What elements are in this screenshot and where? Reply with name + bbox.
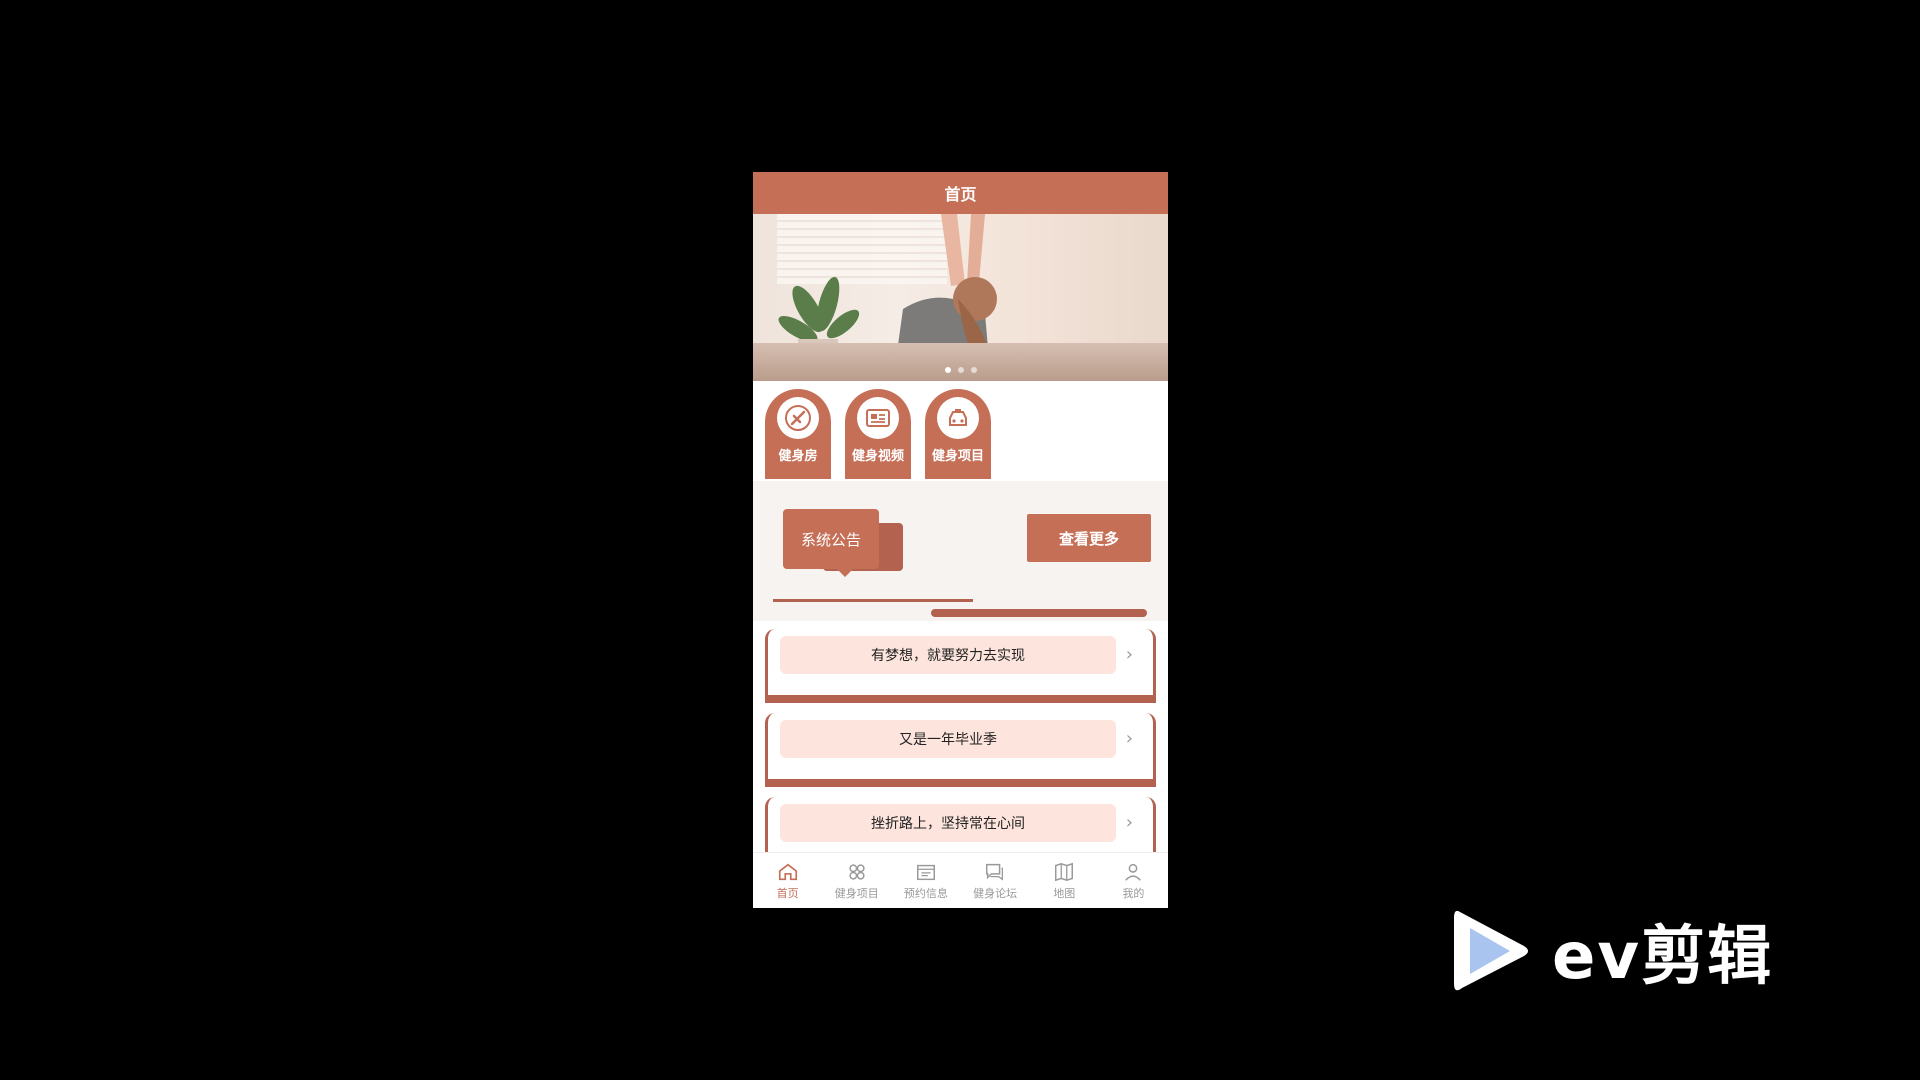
notice-title: 系统公告 — [783, 509, 879, 569]
grid-icon — [849, 863, 865, 880]
home-icon — [778, 863, 797, 880]
play-logo-icon — [1454, 910, 1528, 991]
divider-line — [931, 609, 1147, 617]
quick-item-label: 健身视频 — [851, 449, 904, 464]
tab-forum[interactable]: 健身论坛 — [961, 853, 1030, 908]
news-icon — [857, 397, 899, 439]
chevron-right-icon: › — [1125, 812, 1133, 833]
quick-item-label: 健身房 — [778, 449, 818, 464]
tab-label: 我的 — [1122, 886, 1145, 900]
notice-text: 有梦想，就要努力去实现 — [780, 636, 1116, 674]
carousel-dot[interactable] — [970, 367, 977, 373]
banner-carousel[interactable] — [753, 214, 1168, 381]
notice-text: 挫折路上，坚持常在心间 — [780, 804, 1116, 842]
bottom-tab-bar: 首页 健身项目 预约信息 健身论坛 地图 我的 — [753, 852, 1168, 908]
quick-item-label: 健身项目 — [931, 449, 984, 464]
quick-menu: 健身房 健身视频 健身项目 — [753, 381, 1168, 481]
notice-text: 又是一年毕业季 — [780, 720, 1116, 758]
banner-floor — [753, 343, 1168, 381]
page-title: 首页 — [753, 172, 1168, 214]
quick-item-gym[interactable]: 健身房 — [765, 389, 831, 479]
list-item[interactable]: 有梦想，就要努力去实现 › — [765, 629, 1156, 703]
tab-label: 预约信息 — [903, 886, 948, 900]
brand-name: ev剪辑 — [1552, 920, 1774, 994]
notice-list: 有梦想，就要努力去实现 › 又是一年毕业季 › 挫折路上，坚持常在心间 › — [753, 621, 1168, 871]
chevron-right-icon: › — [1125, 728, 1133, 749]
notice-tail — [835, 567, 855, 577]
quick-item-video[interactable]: 健身视频 — [845, 389, 911, 479]
tab-label: 健身项目 — [834, 886, 879, 900]
tab-home[interactable]: 首页 — [753, 853, 822, 908]
calendar-icon — [916, 864, 935, 880]
carousel-dot[interactable] — [944, 367, 951, 373]
divider-line — [773, 599, 973, 602]
carousel-dots — [753, 367, 1168, 373]
car-icon — [937, 397, 979, 439]
notice-header: 系统公告 查看更多 — [753, 481, 1168, 621]
ev-watermark-logo: ev剪辑 — [1452, 905, 1773, 997]
user-icon — [1125, 863, 1142, 881]
map-icon — [1055, 862, 1074, 881]
tab-booking-info[interactable]: 预约信息 — [891, 853, 960, 908]
tab-label: 健身论坛 — [973, 886, 1018, 900]
brush-icon — [777, 397, 819, 439]
chevron-right-icon: › — [1125, 644, 1133, 665]
tab-profile[interactable]: 我的 — [1099, 853, 1168, 908]
view-more-button[interactable]: 查看更多 — [1027, 514, 1151, 562]
tab-fitness-projects[interactable]: 健身项目 — [822, 853, 891, 908]
chat-icon — [986, 863, 1004, 881]
phone-screen: 首页 健身房 健身视频 健身项目 系统公告 查看更多 有梦想，就要努力去实现 ›… — [753, 172, 1168, 908]
quick-item-project[interactable]: 健身项目 — [925, 389, 991, 479]
carousel-dot[interactable] — [957, 367, 964, 373]
tab-map[interactable]: 地图 — [1030, 853, 1099, 908]
list-item[interactable]: 又是一年毕业季 › — [765, 713, 1156, 787]
tab-label: 首页 — [776, 886, 799, 900]
tab-label: 地图 — [1053, 886, 1076, 900]
